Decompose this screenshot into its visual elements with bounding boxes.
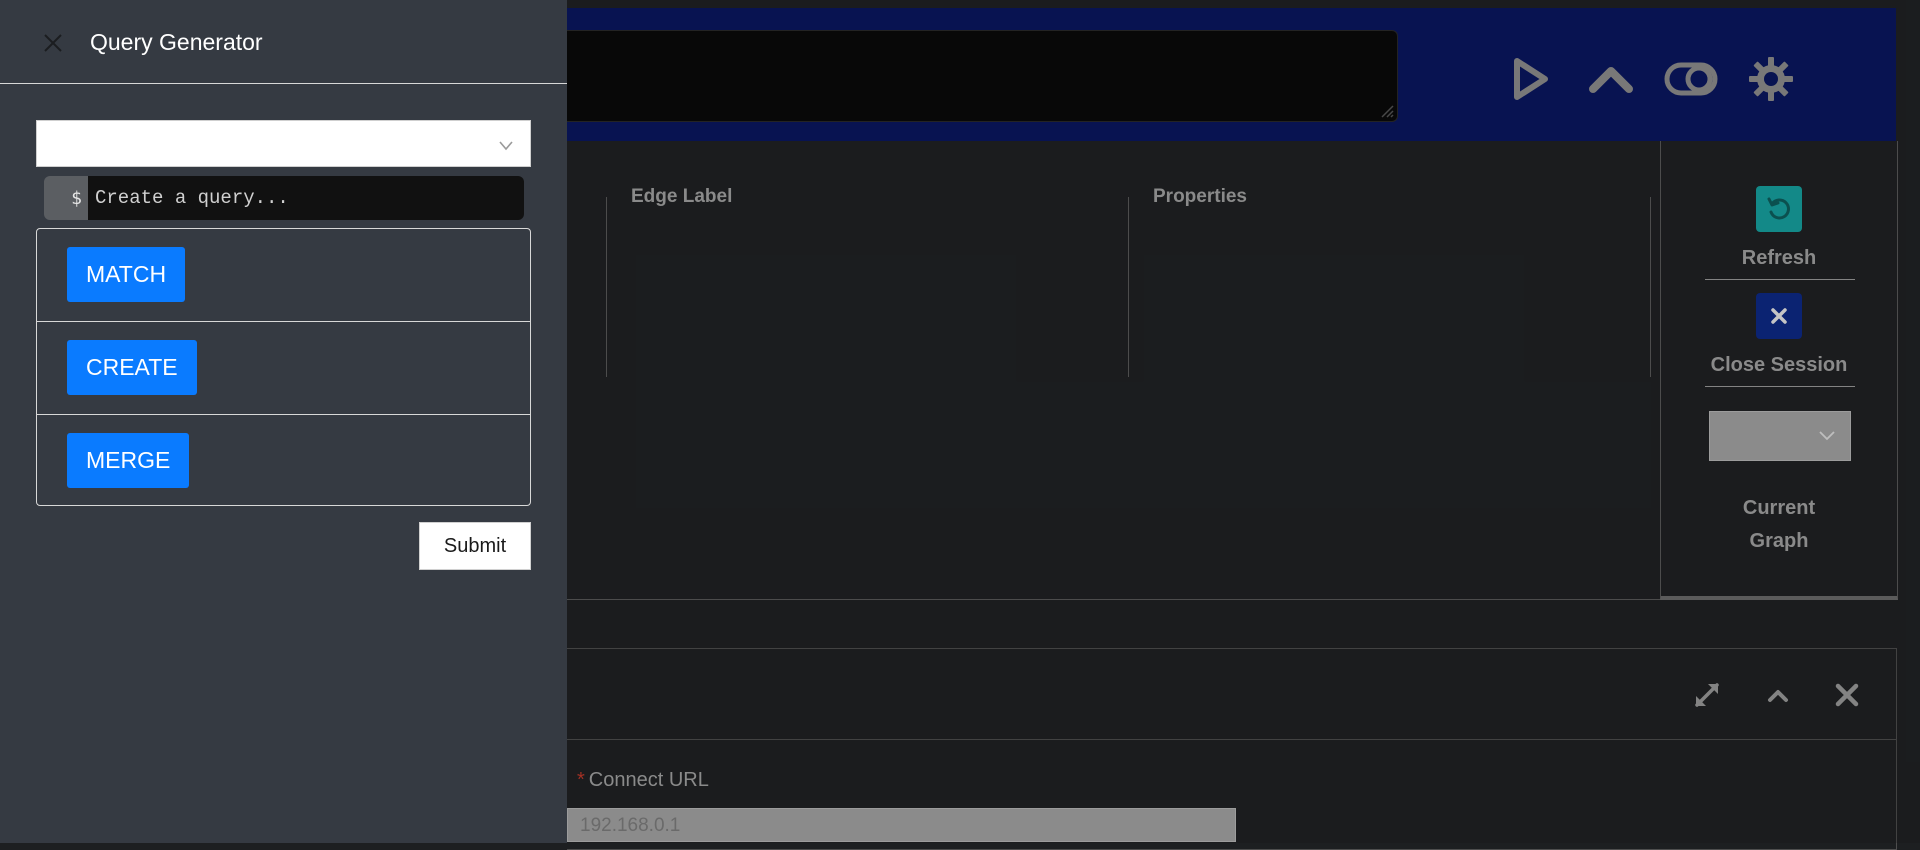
chevron-down-icon — [499, 141, 513, 151]
expand-icon — [1695, 683, 1719, 707]
close-icon — [1835, 683, 1859, 707]
connect-url-label: * Connect URL — [577, 769, 709, 792]
dollar-prefix: $ — [44, 176, 88, 220]
graph-select[interactable] — [36, 120, 531, 167]
submit-button[interactable]: Submit — [419, 522, 531, 570]
refresh-button[interactable] — [1756, 186, 1802, 232]
chevron-up-icon — [1589, 67, 1633, 93]
close-card-button[interactable] — [1829, 677, 1865, 713]
toggle-icon — [1664, 62, 1718, 96]
query-editor[interactable] — [567, 30, 1398, 122]
list-item: MATCH — [37, 229, 530, 322]
collapse-card-button[interactable] — [1760, 677, 1796, 713]
query-generator-drawer: Query Generator $ Create a query... MATC… — [0, 0, 567, 843]
graph-metadata-panel: Edge Label Properties — [567, 141, 1660, 600]
connect-url-input[interactable]: 192.168.0.1 — [567, 808, 1236, 842]
close-session-button[interactable] — [1756, 293, 1802, 339]
gear-icon — [1749, 57, 1793, 101]
close-icon — [1771, 308, 1787, 324]
required-asterisk: * — [577, 769, 585, 791]
play-icon — [1514, 58, 1548, 100]
connection-card: * Connect URL 192.168.0.1 — [567, 648, 1897, 850]
resize-grip-icon[interactable] — [1380, 104, 1394, 118]
expand-button[interactable] — [1689, 677, 1725, 713]
settings-button[interactable] — [1731, 48, 1811, 110]
run-query-button[interactable] — [1491, 48, 1571, 110]
divider — [1705, 279, 1855, 280]
query-input-group: $ Create a query... — [44, 176, 524, 220]
divider — [1705, 386, 1855, 387]
list-item: CREATE — [37, 322, 530, 415]
refresh-icon — [1767, 197, 1790, 220]
current-graph-label-line2: Graph — [1749, 530, 1809, 552]
close-session-label: Close Session — [1710, 354, 1848, 376]
drawer-title: Query Generator — [90, 29, 263, 55]
editor-toolbar — [567, 8, 1896, 141]
current-graph-label: Current — [1742, 497, 1816, 519]
collapse-editor-button[interactable] — [1571, 48, 1651, 110]
match-button[interactable]: MATCH — [67, 247, 186, 302]
close-icon — [44, 34, 62, 52]
current-graph-select[interactable] — [1709, 411, 1851, 461]
column-divider — [606, 197, 607, 377]
list-item: MERGE — [37, 415, 530, 507]
create-button[interactable]: CREATE — [67, 340, 197, 395]
close-drawer-button[interactable] — [40, 30, 66, 56]
connect-url-label-text: Connect URL — [588, 769, 709, 791]
chevron-down-icon — [1819, 431, 1835, 441]
clause-list: MATCH CREATE MERGE — [36, 228, 531, 506]
card-header — [567, 649, 1896, 740]
column-divider — [1650, 197, 1651, 377]
query-input[interactable]: Create a query... — [88, 176, 524, 220]
column-divider — [1128, 197, 1129, 377]
edge-label-header: Edge Label — [631, 186, 733, 207]
merge-button[interactable]: MERGE — [67, 433, 190, 488]
session-side-panel: Refresh Close Session Current Graph — [1660, 141, 1898, 600]
theme-toggle-button[interactable] — [1651, 48, 1731, 110]
properties-header: Properties — [1153, 186, 1247, 207]
drawer-header: Query Generator — [0, 0, 567, 84]
refresh-label: Refresh — [1741, 247, 1817, 269]
chevron-up-icon — [1768, 690, 1788, 702]
